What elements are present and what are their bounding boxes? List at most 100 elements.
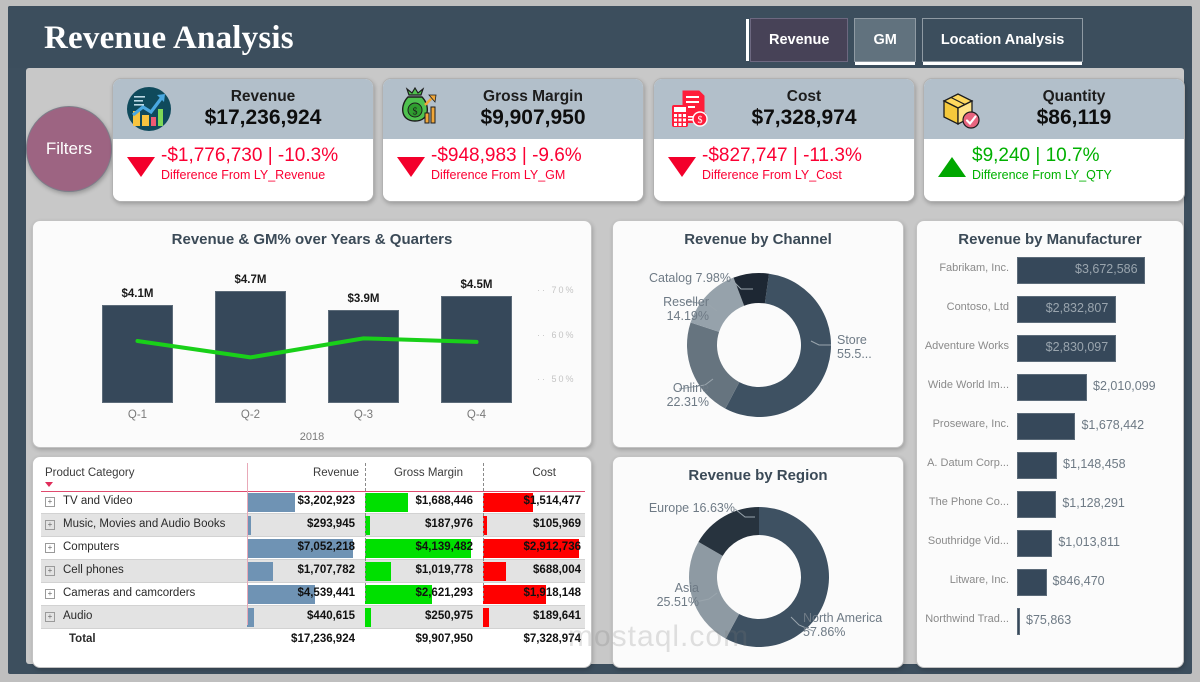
- table-cell-databar: [365, 562, 391, 581]
- kpi-card-gross-margin[interactable]: $ Gross Margin $9,907,950 -$948,983 | -9…: [382, 78, 644, 202]
- row-expander-icon[interactable]: +: [45, 520, 55, 530]
- manufacturer-value: $1,148,458: [1063, 457, 1126, 471]
- row-expander-icon[interactable]: +: [45, 612, 55, 622]
- table-cell-category: Cell phones: [63, 564, 124, 576]
- row-expander-icon[interactable]: +: [45, 543, 55, 553]
- manufacturer-bar[interactable]: [1017, 452, 1057, 479]
- donut-label: Reseller 14.19%: [621, 295, 709, 324]
- table-cell-cost: $2,912,736: [483, 537, 585, 560]
- col-header-gross-margin[interactable]: Gross Margin: [371, 467, 463, 479]
- kpi-revenue-subtext: Difference From LY_Revenue: [161, 168, 373, 182]
- table-cell-cost: $105,969: [483, 514, 585, 537]
- col-header-cost[interactable]: Cost: [496, 467, 556, 479]
- table-cell-value: $2,621,293: [415, 587, 473, 599]
- manufacturer-bar[interactable]: [1017, 608, 1020, 635]
- row-expander-icon[interactable]: +: [45, 589, 55, 599]
- tab-gm-label: GM: [873, 32, 896, 48]
- kpi-card-cost[interactable]: $ Cost $7,328,974 -$827,747 | -11.3% Dif…: [653, 78, 915, 202]
- manufacturer-row[interactable]: Contoso, Ltd $2,832,807: [917, 290, 1184, 328]
- revenue-chart-icon: [125, 85, 173, 133]
- kpi-gross-margin-subtext: Difference From LY_GM: [431, 168, 643, 182]
- manufacturer-row[interactable]: The Phone Co...$1,128,291: [917, 485, 1184, 523]
- table-cell-revenue: $1,707,782: [247, 560, 359, 583]
- col-header-product-category[interactable]: Product Category: [45, 467, 135, 479]
- manufacturer-value: $1,128,291: [1062, 496, 1125, 510]
- manufacturer-bar[interactable]: [1017, 374, 1087, 401]
- channel-donut-title: Revenue by Channel: [613, 221, 903, 248]
- table-cell-value: $1,514,477: [523, 495, 581, 507]
- kpi-card-quantity[interactable]: Quantity $86,119 $9,240 | 10.7% Differen…: [923, 78, 1185, 202]
- dashboard-page: Revenue Analysis Revenue GM Location Ana…: [0, 0, 1200, 682]
- manufacturer-value: $75,863: [1026, 613, 1071, 627]
- manufacturer-row[interactable]: Proseware, Inc.$1,678,442: [917, 407, 1184, 445]
- manufacturer-row[interactable]: A. Datum Corp...$1,148,458: [917, 446, 1184, 484]
- manufacturer-row[interactable]: Adventure Works$2,830,097: [917, 329, 1184, 367]
- kpi-revenue-titles: Revenue $17,236,924: [179, 89, 373, 128]
- manufacturer-bar[interactable]: [1017, 530, 1052, 557]
- kpi-card-revenue[interactable]: Revenue $17,236,924 -$1,776,730 | -10.3%…: [112, 78, 374, 202]
- kpi-cost-body: -$827,747 | -11.3% Difference From LY_Co…: [654, 139, 914, 202]
- manufacturer-bar[interactable]: [1017, 569, 1047, 596]
- product-category-table-card[interactable]: Product Category Revenue Gross Margin Co…: [32, 456, 592, 668]
- tab-revenue[interactable]: Revenue: [750, 18, 848, 62]
- manufacturer-value: $1,013,811: [1058, 535, 1120, 549]
- kpi-gross-margin-titles: Gross Margin $9,907,950: [449, 89, 643, 128]
- table-cell-value: $293,945: [307, 518, 355, 530]
- table-cell-cost: $688,004: [483, 560, 585, 583]
- table-total-value: $9,907,950: [415, 633, 473, 645]
- table-row[interactable]: +Cell phones$1,707,782$1,019,778$688,004: [41, 560, 585, 583]
- channel-donut-card[interactable]: Revenue by Channel Store 55.5...Online 2…: [612, 220, 904, 448]
- table-cell-databar: [247, 562, 273, 581]
- kpi-quantity-subtext: Difference From LY_QTY: [972, 168, 1184, 182]
- tab-gm[interactable]: GM: [854, 18, 915, 62]
- tab-location-analysis-label: Location Analysis: [941, 32, 1065, 48]
- col-header-revenue[interactable]: Revenue: [287, 467, 359, 479]
- table-cell-category: Cameras and camcorders: [63, 587, 195, 599]
- table-cell-value: $187,976: [425, 518, 473, 530]
- table-row[interactable]: +Computers$7,052,218$4,139,482$2,912,736: [41, 537, 585, 560]
- manufacturer-row[interactable]: Southridge Vid...$1,013,811: [917, 524, 1184, 562]
- manufacturer-value: $2,832,807: [1046, 301, 1109, 315]
- table-resize-handle[interactable]: [247, 463, 248, 625]
- table-row[interactable]: +TV and Video$3,202,923$1,688,446$1,514,…: [41, 491, 585, 514]
- manufacturer-row[interactable]: Litware, Inc.$846,470: [917, 563, 1184, 601]
- table-row[interactable]: +Audio$440,615$250,975$189,641: [41, 606, 585, 629]
- manufacturer-chart-title: Revenue by Manufacturer: [917, 221, 1183, 248]
- table-total-gross-margin: $9,907,950: [365, 629, 477, 652]
- tab-gm-underline: [855, 62, 914, 65]
- table-row[interactable]: +Cameras and camcorders$4,539,441$2,621,…: [41, 583, 585, 606]
- table-total-row: Total$17,236,924$9,907,950$7,328,974: [41, 629, 585, 652]
- filters-button[interactable]: Filters: [26, 106, 112, 192]
- combo-chart-card[interactable]: Revenue & GM% over Years & Quarters $4.1…: [32, 220, 592, 448]
- table-cell-value: $1,688,446: [415, 495, 473, 507]
- manufacturer-row[interactable]: Northwind Trad...$75,863: [917, 602, 1184, 640]
- row-expander-icon[interactable]: +: [45, 497, 55, 507]
- region-donut-card[interactable]: Revenue by Region North America 57.86%As…: [612, 456, 904, 668]
- trend-down-icon: [668, 157, 696, 177]
- manufacturer-row[interactable]: Wide World Im...$2,010,099: [917, 368, 1184, 406]
- manufacturer-bar[interactable]: [1017, 491, 1056, 518]
- tab-revenue-indicator: [746, 19, 749, 61]
- manufacturer-row[interactable]: Fabrikam, Inc.$3,672,586: [917, 251, 1184, 289]
- row-expander-icon[interactable]: +: [45, 566, 55, 576]
- manufacturer-chart-card[interactable]: Revenue by Manufacturer Fabrikam, Inc.$3…: [916, 220, 1184, 668]
- tab-location-analysis[interactable]: Location Analysis: [922, 18, 1084, 62]
- table-total-value: $7,328,974: [523, 633, 581, 645]
- manufacturer-name: Wide World Im...: [921, 379, 1009, 391]
- kpi-gross-margin-header: $ Gross Margin $9,907,950: [383, 79, 643, 139]
- kpi-cost-subtext: Difference From LY_Cost: [702, 168, 914, 182]
- table-row[interactable]: +Music, Movies and Audio Books$293,945$1…: [41, 514, 585, 537]
- region-donut-title: Revenue by Region: [613, 457, 903, 484]
- table-cell-databar: [483, 608, 489, 627]
- table-cell-databar: [365, 608, 371, 627]
- table-cell-value: $3,202,923: [297, 495, 355, 507]
- donut-label: North America 57.86%: [803, 611, 903, 640]
- table-total-revenue: $17,236,924: [247, 629, 359, 652]
- table-cell-value: $105,969: [533, 518, 581, 530]
- kpi-quantity-titles: Quantity $86,119: [990, 89, 1184, 128]
- table-cell-gross-margin: $250,975: [365, 606, 477, 629]
- table-cell-gross-margin: $1,688,446: [365, 491, 477, 514]
- table-column-divider: [365, 463, 366, 601]
- manufacturer-bar[interactable]: [1017, 413, 1075, 440]
- manufacturer-name: Contoso, Ltd: [921, 301, 1009, 313]
